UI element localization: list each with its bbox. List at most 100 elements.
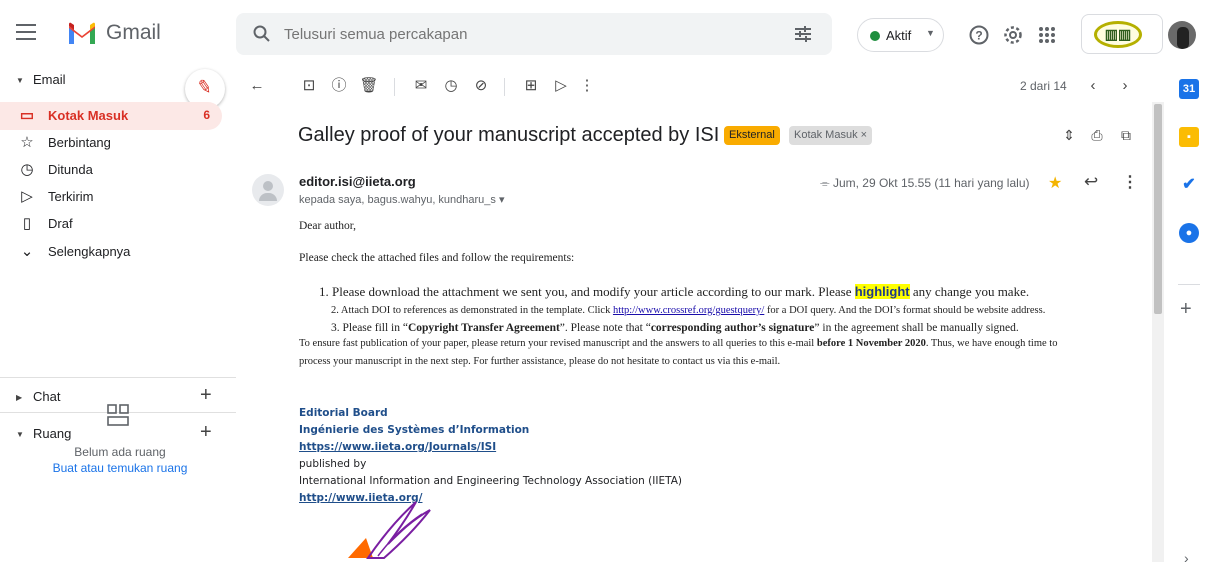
crossref-link[interactable]: http://www.crossref.org/guestquery/ bbox=[613, 305, 764, 316]
message-scrollbar[interactable] bbox=[1152, 102, 1164, 562]
main-menu-icon[interactable] bbox=[16, 24, 36, 40]
message-date: ⌯ Jum, 29 Okt 15.55 (11 hari yang lalu) bbox=[820, 176, 1029, 191]
rooms-section-label: Ruang bbox=[33, 426, 72, 441]
rooms-empty-icon bbox=[107, 404, 129, 426]
expand-triangle-icon: ▶ bbox=[16, 393, 23, 402]
contacts-icon[interactable]: ● bbox=[1179, 223, 1199, 243]
report-spam-icon[interactable]: ⓘ bbox=[328, 75, 350, 97]
keep-icon[interactable]: ▪ bbox=[1179, 127, 1199, 147]
account-avatar[interactable] bbox=[1168, 21, 1196, 49]
message-date-text: Jum, 29 Okt 15.55 (11 hari yang lalu) bbox=[832, 176, 1030, 190]
university-logo-icon: ▥▥ bbox=[1094, 21, 1142, 48]
archive-icon[interactable]: ⊡ bbox=[298, 75, 320, 97]
app-brand[interactable]: Gmail bbox=[106, 21, 161, 45]
message-view: Galley proof of your manuscript accepted… bbox=[248, 102, 1152, 562]
print-icon[interactable]: ⎙ bbox=[1088, 126, 1106, 144]
item3-pre: 3. Please fill in “ bbox=[331, 322, 408, 334]
new-chat-plus-icon[interactable]: + bbox=[200, 384, 212, 407]
help-icon[interactable]: ? bbox=[967, 23, 991, 47]
sidebar-item-label: Kotak Masuk bbox=[48, 108, 129, 123]
chat-section-label: Chat bbox=[33, 389, 61, 404]
sidebar-item-inbox[interactable]: ▭ Kotak Masuk 6 bbox=[0, 102, 222, 130]
signature-board: Editorial Board bbox=[299, 407, 388, 419]
journal-link[interactable]: https://www.iieta.org/Journals/ISI bbox=[299, 441, 496, 453]
get-addons-plus-icon[interactable]: + bbox=[1180, 298, 1192, 321]
scrollbar-thumb[interactable] bbox=[1154, 104, 1162, 314]
calendar-icon[interactable]: 31 bbox=[1179, 79, 1199, 99]
top-bar: Gmail Aktif ▼ ? ▥▥ bbox=[0, 0, 1212, 70]
clock-icon: ◷ bbox=[20, 161, 34, 178]
sidebar-item-more[interactable]: ⌄ Selengkapnya bbox=[0, 238, 222, 266]
message-toolbar: ← ⊡ ⓘ 🗑 ✉ ◷ ⊘ ⊞ ▷ ⋮ 2 dari 14 ‹ › bbox=[240, 72, 1152, 102]
item3-mid: ”. Please note that “ bbox=[559, 322, 651, 334]
deadline-bold: before 1 November 2020 bbox=[816, 338, 926, 349]
open-new-window-icon[interactable]: ⧉ bbox=[1117, 126, 1135, 144]
snooze-clock-icon[interactable]: ◷ bbox=[440, 75, 462, 97]
item2-post: for a DOI query. And the DOI’s format sh… bbox=[764, 305, 1046, 316]
inbox-label-chip[interactable]: Kotak Masuk × bbox=[789, 126, 873, 145]
apps-grid-icon[interactable] bbox=[1035, 23, 1059, 47]
sender-avatar[interactable] bbox=[252, 174, 284, 206]
settings-gear-icon[interactable] bbox=[1001, 23, 1025, 47]
iieta-logo-image bbox=[348, 501, 431, 559]
reply-icon[interactable]: ↩ bbox=[1084, 172, 1098, 192]
message-more-icon[interactable]: ⋮ bbox=[1122, 172, 1138, 192]
toolbar-divider bbox=[394, 78, 395, 96]
deadline-paragraph: To ensure fast publication of your paper… bbox=[299, 338, 1057, 349]
back-arrow-icon[interactable]: ← bbox=[246, 75, 268, 97]
collapse-triangle-icon: ▼ bbox=[16, 76, 24, 85]
search-bar[interactable] bbox=[236, 13, 832, 55]
email-section-label: Email bbox=[33, 72, 66, 87]
sidebar-item-starred[interactable]: ☆ Berbintang bbox=[0, 129, 222, 157]
hide-panel-chevron-icon[interactable]: › bbox=[1184, 550, 1189, 566]
list-item-2: 2. Attach DOI to references as demonstra… bbox=[331, 305, 1045, 316]
sidebar-item-drafts[interactable]: ▯ Draf bbox=[0, 210, 222, 238]
sidebar-item-label: Ditunda bbox=[48, 162, 93, 177]
sidebar-item-label: Selengkapnya bbox=[48, 244, 131, 259]
label-icon[interactable]: ▷ bbox=[550, 75, 572, 97]
pagination-text: 2 dari 14 bbox=[1020, 79, 1067, 93]
item2-pre: 2. Attach DOI to references as demonstra… bbox=[331, 305, 613, 316]
greeting: Dear author, bbox=[299, 220, 357, 232]
para1-post: . Thus, we have enough time to bbox=[925, 338, 1058, 349]
item3-bold-1: Copyright Transfer Agreement bbox=[407, 322, 560, 334]
mark-unread-icon[interactable]: ✉ bbox=[410, 75, 432, 97]
attachment-icon: ⌯ bbox=[820, 176, 833, 190]
sidebar-item-sent[interactable]: ▷ Terkirim bbox=[0, 183, 222, 211]
tasks-icon[interactable]: ✔ bbox=[1179, 175, 1199, 195]
status-dropdown[interactable]: Aktif ▼ bbox=[857, 18, 944, 52]
more-vert-icon[interactable]: ⋮ bbox=[576, 75, 598, 97]
next-chevron-icon[interactable]: › bbox=[1114, 75, 1136, 97]
recipients-line[interactable]: kepada saya, bagus.wahyu, kundharu_s ▾ bbox=[299, 193, 505, 206]
move-to-icon[interactable]: ⊞ bbox=[520, 75, 542, 97]
list-item-3: 3. Please fill in “Copyright Transfer Ag… bbox=[331, 322, 1019, 334]
search-icon[interactable] bbox=[252, 24, 272, 44]
prev-chevron-icon[interactable]: ‹ bbox=[1082, 75, 1104, 97]
delete-trash-icon[interactable]: 🗑 bbox=[358, 75, 380, 97]
sidebar-item-label: Draf bbox=[48, 216, 73, 231]
search-input[interactable] bbox=[284, 13, 764, 55]
add-task-icon[interactable]: ⊘ bbox=[470, 75, 492, 97]
gmail-logo-icon[interactable] bbox=[67, 22, 97, 44]
expand-collapse-icon[interactable]: ⇕ bbox=[1060, 126, 1078, 144]
sender-email[interactable]: editor.isi@iieta.org bbox=[299, 174, 416, 189]
published-by: published by bbox=[299, 458, 367, 470]
starred-star-icon[interactable]: ★ bbox=[1048, 173, 1062, 193]
sidebar-item-label: Terkirim bbox=[48, 189, 94, 204]
find-rooms-link[interactable]: Buat atau temukan ruang bbox=[0, 461, 240, 475]
pencil-icon: ✎ bbox=[195, 75, 214, 99]
rooms-empty-text: Belum ada ruang bbox=[74, 445, 166, 459]
inbox-icon: ▭ bbox=[19, 107, 35, 124]
svg-text:?: ? bbox=[975, 29, 982, 43]
search-options-icon[interactable] bbox=[794, 25, 812, 43]
status-dot-icon bbox=[870, 31, 880, 41]
new-room-plus-icon[interactable]: + bbox=[200, 421, 212, 444]
side-panel-rail: 31 ▪ ✔ ● + › bbox=[1166, 62, 1212, 566]
unread-count: 6 bbox=[203, 108, 210, 122]
highlight-text: highlight bbox=[854, 284, 910, 299]
star-outline-icon: ☆ bbox=[20, 134, 34, 151]
sidebar-item-snoozed[interactable]: ◷ Ditunda bbox=[0, 156, 222, 184]
item3-post: ” in the agreement shall be manually sig… bbox=[814, 322, 1019, 334]
organization-logo[interactable]: ▥▥ bbox=[1081, 14, 1163, 54]
external-label-chip: Eksternal bbox=[724, 126, 780, 145]
